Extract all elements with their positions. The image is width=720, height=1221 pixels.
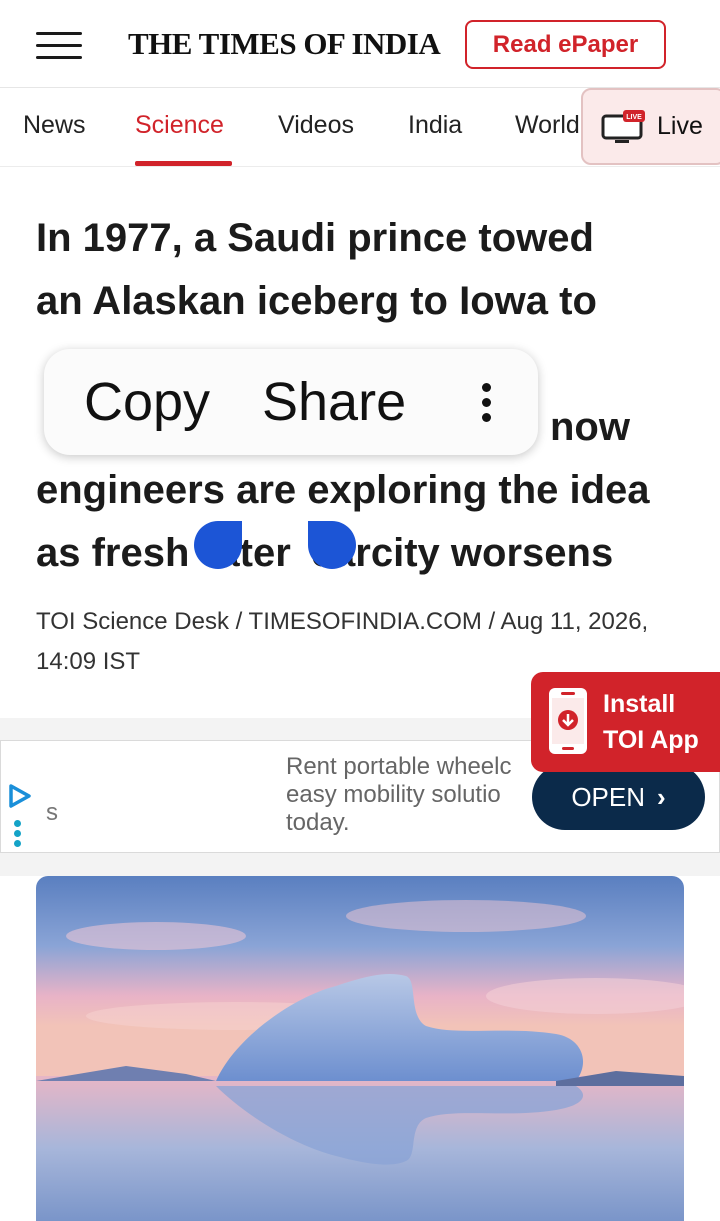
app-header: THE TIMES OF INDIA Read ePaper bbox=[0, 0, 720, 88]
text-selection-menu: Copy Share bbox=[44, 349, 538, 455]
active-tab-indicator bbox=[135, 161, 232, 166]
menu-icon[interactable] bbox=[36, 32, 82, 60]
more-options-icon[interactable] bbox=[480, 383, 492, 423]
headline-line: an Alaskan iceberg to Iowa to bbox=[36, 279, 597, 323]
headline-line: In 1977, a Saudi prince towed bbox=[36, 216, 594, 260]
selection-end-handle[interactable] bbox=[308, 521, 356, 569]
selection-start-handle[interactable] bbox=[194, 521, 242, 569]
headline-fragment: as fresh bbox=[36, 531, 190, 575]
live-label: Live bbox=[657, 112, 703, 140]
article-byline: TOI Science Desk / TIMESOFINDIA.COM / Au… bbox=[36, 608, 649, 675]
phone-icon bbox=[549, 688, 587, 754]
ad-advertiser: s bbox=[46, 799, 58, 826]
chevron-right-icon: › bbox=[657, 781, 666, 812]
ad-open-label: OPEN bbox=[571, 781, 645, 812]
headline-fragment: carcity worsens bbox=[310, 531, 614, 575]
tab-science[interactable]: Science bbox=[135, 111, 224, 140]
live-tv-icon: LIVE bbox=[601, 109, 645, 143]
tab-news[interactable]: News bbox=[23, 111, 86, 140]
install-app-label: Install TOI App bbox=[603, 686, 699, 758]
install-line: TOI App bbox=[603, 726, 699, 754]
live-badge: LIVE bbox=[626, 114, 642, 121]
install-line: Install bbox=[603, 690, 676, 718]
site-logo[interactable]: THE TIMES OF INDIA bbox=[128, 26, 441, 62]
headline-line: as fresh ater carcity worsens bbox=[36, 522, 686, 585]
copy-button[interactable]: Copy bbox=[84, 371, 210, 433]
headline-line: engineers are exploring the idea bbox=[36, 468, 650, 512]
live-button[interactable]: LIVE Live bbox=[581, 88, 720, 165]
tab-world[interactable]: World bbox=[515, 111, 580, 140]
ad-open-button[interactable]: OPEN › bbox=[532, 764, 705, 830]
share-button[interactable]: Share bbox=[262, 371, 406, 433]
install-app-banner[interactable]: Install TOI App bbox=[531, 672, 720, 772]
ad-description[interactable]: Rent portable wheelc easy mobility solut… bbox=[286, 753, 536, 839]
ad-options-icon[interactable] bbox=[14, 820, 22, 848]
adchoices-icon[interactable] bbox=[6, 782, 34, 810]
read-epaper-button[interactable]: Read ePaper bbox=[465, 20, 666, 69]
article-hero-image[interactable] bbox=[36, 876, 684, 1221]
tab-videos[interactable]: Videos bbox=[278, 111, 354, 140]
tab-india[interactable]: India bbox=[408, 111, 462, 140]
